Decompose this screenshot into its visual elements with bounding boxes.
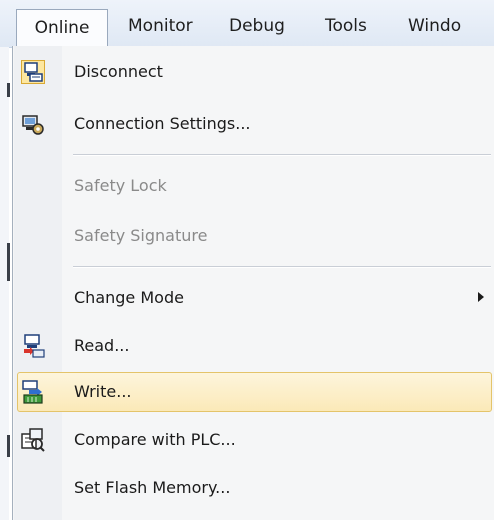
menu-online[interactable]: Online <box>16 9 108 47</box>
menu-item-label: Safety Lock <box>74 176 167 195</box>
edge-mark <box>7 243 10 281</box>
menu-item-set-flash-memory[interactable]: Set Flash Memory... <box>17 468 492 508</box>
write-icon <box>21 380 45 404</box>
read-icon <box>21 334 45 358</box>
menu-item-label: Read... <box>74 336 130 355</box>
compare-icon <box>21 428 45 452</box>
online-dropdown-menu: Disconnect Connection Settings... Safety… <box>12 46 494 520</box>
background-window-edge <box>0 47 10 520</box>
menu-separator <box>73 266 491 268</box>
menu-item-disconnect[interactable]: Disconnect <box>17 52 492 92</box>
menu-item-label: Set Flash Memory... <box>74 478 231 497</box>
edge-mark <box>7 83 10 97</box>
edge-mark <box>7 435 10 457</box>
menu-separator <box>73 154 491 156</box>
menu-item-label: Write... <box>74 382 132 401</box>
disconnect-icon <box>21 60 45 84</box>
menu-debug[interactable]: Debug <box>229 8 285 46</box>
menu-item-safety-signature: Safety Signature <box>17 216 492 256</box>
menu-item-safety-lock: Safety Lock <box>17 166 492 206</box>
menu-item-write[interactable]: Write... <box>17 372 492 412</box>
menu-item-label: Connection Settings... <box>74 114 251 133</box>
menu-bar: Online Monitor Debug Tools Windo <box>0 0 494 48</box>
menu-item-change-mode[interactable]: Change Mode <box>17 278 492 318</box>
menu-monitor[interactable]: Monitor <box>128 8 193 46</box>
menu-window[interactable]: Windo <box>408 8 461 46</box>
menu-item-label: Safety Signature <box>74 226 208 245</box>
menu-item-label: Change Mode <box>74 288 184 307</box>
connection-settings-icon <box>21 112 45 136</box>
menu-item-connection-settings[interactable]: Connection Settings... <box>17 104 492 144</box>
menu-item-label: Compare with PLC... <box>74 430 236 449</box>
submenu-arrow-icon <box>478 292 484 302</box>
menu-item-compare-with-plc[interactable]: Compare with PLC... <box>17 420 492 460</box>
menu-tools[interactable]: Tools <box>325 8 367 46</box>
menu-item-read[interactable]: Read... <box>17 326 492 366</box>
menu-item-label: Disconnect <box>74 62 163 81</box>
